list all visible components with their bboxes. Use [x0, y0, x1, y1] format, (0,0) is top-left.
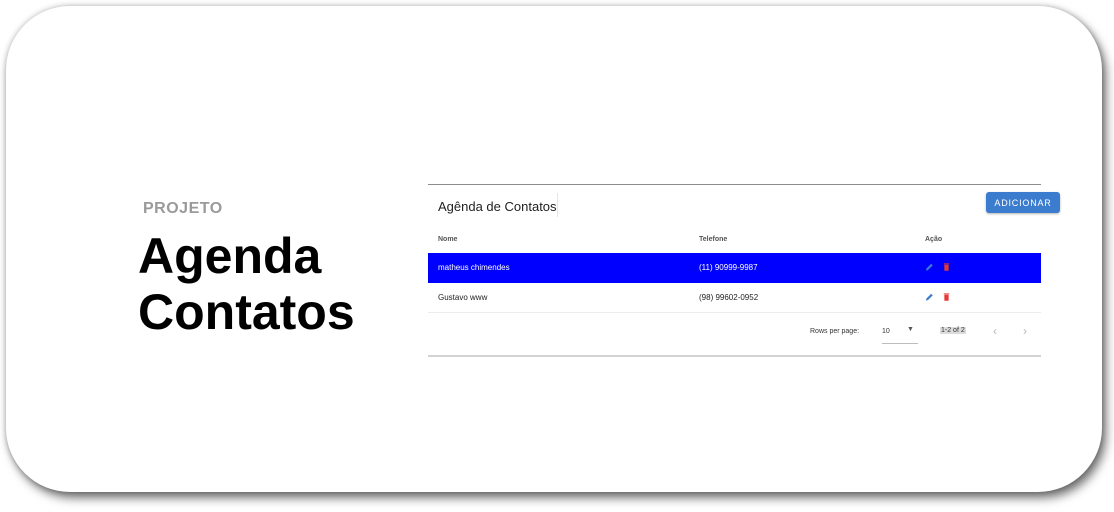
table-title: Agênda de Contatos [438, 199, 557, 214]
table-row[interactable]: matheus chimendes (11) 90999-9987 [428, 253, 1041, 283]
title-divider [557, 193, 558, 217]
caret-down-icon: ▼ [907, 326, 914, 333]
column-header-action: Ação [925, 236, 943, 243]
canvas: PROJETO Agenda Contatos Agênda de Contat… [0, 0, 1114, 512]
contacts-table-panel: Agênda de Contatos ADICIONAR Nome Telefo… [428, 184, 1060, 357]
rows-per-page-value: 10 [882, 328, 890, 335]
project-title-line-1: Agenda [138, 228, 322, 284]
chevron-right-icon[interactable]: › [1017, 323, 1033, 339]
contact-name: matheus chimendes [438, 263, 510, 272]
project-eyebrow: PROJETO [143, 200, 223, 217]
trash-icon[interactable] [942, 292, 951, 302]
rows-per-page-label: Rows per page: [810, 328, 860, 335]
contact-name: Gustavo www [438, 293, 488, 302]
project-title-line-2: Contatos [138, 284, 355, 340]
trash-icon[interactable] [942, 262, 951, 272]
rows-per-page-select[interactable]: 10 ▼ [882, 325, 918, 344]
contact-phone: (11) 90999-9987 [699, 263, 758, 272]
pencil-icon[interactable] [925, 262, 934, 272]
column-header-phone[interactable]: Telefone [699, 236, 727, 243]
project-title: Agenda Contatos [138, 228, 355, 340]
contact-phone: (98) 99602-0952 [699, 293, 759, 302]
table-row[interactable]: Gustavo www (98) 99602-0952 [428, 283, 1041, 313]
chevron-left-icon[interactable]: ‹ [987, 323, 1003, 339]
column-header-name[interactable]: Nome [438, 236, 457, 243]
pencil-icon[interactable] [925, 292, 934, 302]
pagination-range: 1-2 of 2 [940, 327, 966, 334]
add-contact-button[interactable]: ADICIONAR [986, 192, 1060, 213]
